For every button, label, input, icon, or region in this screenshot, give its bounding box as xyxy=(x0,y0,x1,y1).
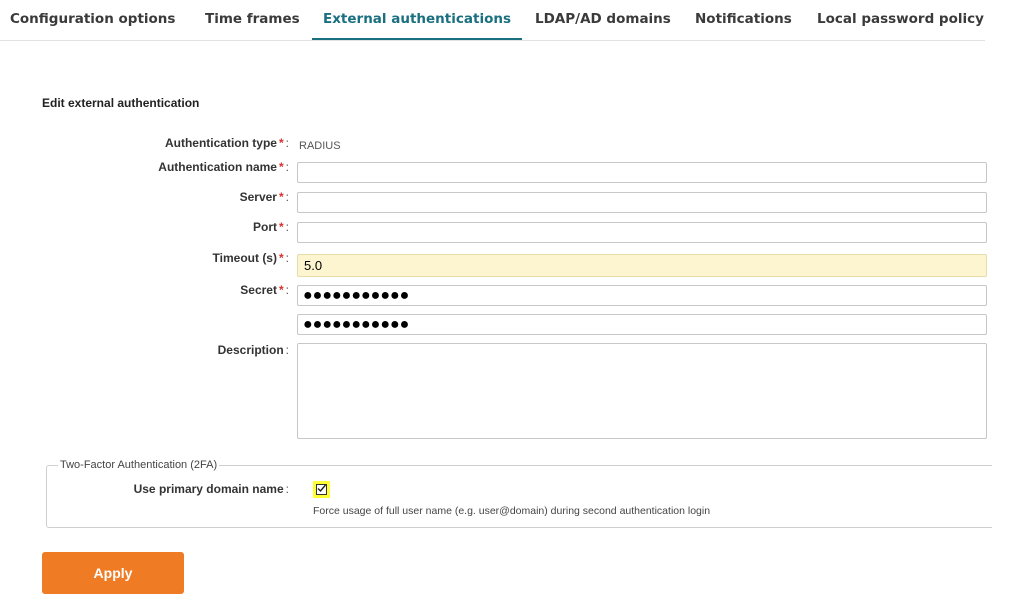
required-marker: * xyxy=(278,283,284,297)
tab-configuration-options[interactable]: Configuration options xyxy=(10,0,175,38)
required-marker: * xyxy=(278,251,284,265)
auth-name-label: Authentication name *: xyxy=(158,160,289,174)
description-textarea[interactable] xyxy=(297,343,987,439)
twofa-legend: Two-Factor Authentication (2FA) xyxy=(58,459,220,471)
primary-domain-checkbox[interactable] xyxy=(313,481,330,498)
port-input[interactable] xyxy=(297,222,987,243)
secret-confirm-input[interactable]: ●●●●●●●●●●● xyxy=(297,314,987,335)
port-label: Port *: xyxy=(252,220,289,234)
primary-domain-label: Use primary domain name: xyxy=(133,482,289,496)
tab-external-authentications[interactable]: External authentications xyxy=(312,0,522,40)
description-label: Description: xyxy=(217,343,289,357)
tab-time-frames[interactable]: Time frames xyxy=(205,0,300,38)
secret-input[interactable]: ●●●●●●●●●●● xyxy=(297,285,987,306)
timeout-input[interactable] xyxy=(297,254,987,277)
twofa-fieldset xyxy=(46,465,992,528)
server-input[interactable] xyxy=(297,192,987,213)
tab-notifications[interactable]: Notifications xyxy=(695,0,792,38)
auth-type-value: RADIUS xyxy=(299,140,341,152)
form-title: Edit external authentication xyxy=(42,96,200,110)
primary-domain-hint: Force usage of full user name (e.g. user… xyxy=(313,505,711,517)
required-marker: * xyxy=(278,136,284,150)
secret-label: Secret *: xyxy=(240,283,289,297)
checkmark-icon xyxy=(317,484,327,493)
apply-button[interactable]: Apply xyxy=(42,552,184,594)
tab-ldap-ad-domains[interactable]: LDAP/AD domains xyxy=(535,0,671,38)
auth-name-input[interactable] xyxy=(297,162,987,183)
tab-local-password-policy[interactable]: Local password policy xyxy=(817,0,984,38)
required-marker: * xyxy=(278,160,284,174)
server-label: Server *: xyxy=(239,190,289,204)
required-marker: * xyxy=(278,190,284,204)
timeout-label: Timeout (s) *: xyxy=(212,251,289,265)
auth-type-label: Authentication type *: xyxy=(164,136,289,150)
tab-bar: Configuration options Time frames Extern… xyxy=(0,0,985,41)
required-marker: * xyxy=(278,220,284,234)
